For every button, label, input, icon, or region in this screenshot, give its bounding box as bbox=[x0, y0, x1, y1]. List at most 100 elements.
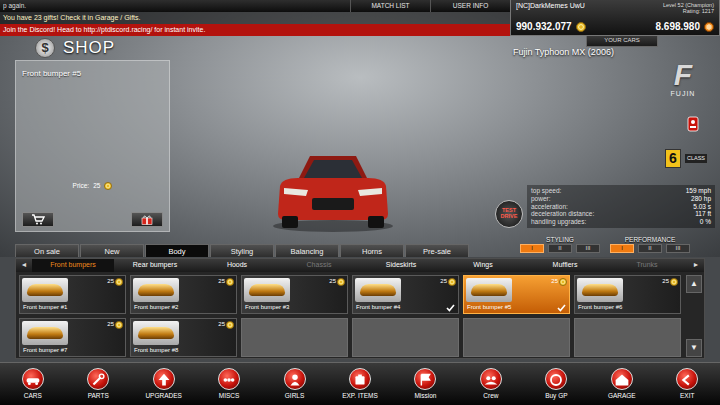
user-row: [NC]DarkMemes UwULevel 52 (Champion)Rati… bbox=[516, 2, 714, 15]
menu-label[interactable]: PARTS bbox=[88, 392, 109, 400]
tab-label[interactable]: Horns bbox=[362, 247, 382, 256]
stat-label: handling upgrades: bbox=[531, 218, 586, 226]
tab-label[interactable]: New bbox=[104, 247, 119, 256]
gift-icon bbox=[141, 214, 153, 225]
category-tab[interactable]: Pre-sale bbox=[405, 244, 469, 257]
part-item[interactable]: 25Front bumper #5 bbox=[463, 275, 570, 314]
crew-icon bbox=[480, 368, 502, 390]
part-tab[interactable]: Rear bumpers bbox=[114, 259, 196, 272]
item-price-value: 25 bbox=[107, 278, 114, 285]
menu-button[interactable]: GARAGE bbox=[589, 363, 654, 405]
part-item[interactable]: 25Front bumper #4 bbox=[352, 275, 459, 314]
menu-label[interactable]: Mission bbox=[414, 392, 436, 400]
menu-label[interactable]: CARS bbox=[24, 392, 42, 400]
level-box[interactable]: I bbox=[610, 244, 634, 253]
level-label[interactable]: I bbox=[531, 245, 533, 252]
menu-button[interactable]: GIRLS bbox=[262, 363, 327, 405]
tab-label[interactable]: Pre-sale bbox=[423, 247, 451, 256]
coin-icon bbox=[337, 278, 345, 286]
category-tab[interactable]: Styling bbox=[210, 244, 274, 257]
level-box[interactable]: III bbox=[576, 244, 600, 253]
gift-button[interactable] bbox=[131, 212, 163, 227]
stat-value: 5.03 s bbox=[693, 203, 711, 211]
menu-label[interactable]: UPGRADES bbox=[145, 392, 181, 400]
tab-label[interactable]: Balancing bbox=[291, 247, 324, 256]
level-box[interactable]: III bbox=[666, 244, 690, 253]
menu-button[interactable]: PARTS bbox=[65, 363, 130, 405]
menu-button[interactable]: UPGRADES bbox=[131, 363, 196, 405]
category-tab[interactable]: Balancing bbox=[275, 244, 339, 257]
scroll-down-button[interactable]: ▼ bbox=[686, 339, 702, 357]
buy-button[interactable] bbox=[22, 212, 54, 227]
menu-label[interactable]: EXIT bbox=[680, 392, 694, 400]
level-label[interactable]: III bbox=[585, 245, 590, 252]
part-tab-label[interactable]: Wings bbox=[473, 261, 492, 269]
menu-label[interactable]: Crew bbox=[483, 392, 498, 400]
menu-label[interactable]: MISCS bbox=[219, 392, 240, 400]
car-name: Fujin Typhoon MX (2006) bbox=[510, 47, 720, 60]
item-price: 25 bbox=[218, 278, 234, 286]
part-tab[interactable]: Mufflers bbox=[524, 259, 606, 272]
bumper-image bbox=[355, 278, 401, 302]
part-tab-label[interactable]: Sideskirts bbox=[386, 261, 416, 269]
category-tab[interactable]: Horns bbox=[340, 244, 404, 257]
tab-label[interactable]: On sale bbox=[34, 247, 60, 256]
gift-text[interactable]: You have 23 gifts! Check it in Garage / … bbox=[3, 14, 140, 22]
part-item[interactable]: 25Front bumper #8 bbox=[130, 318, 237, 357]
stat-value: 280 hp bbox=[691, 195, 711, 203]
level-box[interactable]: II bbox=[638, 244, 662, 253]
test-drive-button[interactable]: TEST DRIVE bbox=[495, 200, 523, 228]
discord-text[interactable]: Join the Discord! Head to http://ptdisco… bbox=[3, 26, 205, 34]
category-tab[interactable]: On sale bbox=[15, 244, 79, 257]
menu-button[interactable]: CARS bbox=[0, 363, 65, 405]
level-label[interactable]: III bbox=[675, 245, 680, 252]
tab-label[interactable]: Body bbox=[168, 247, 185, 256]
category-tab[interactable]: New bbox=[80, 244, 144, 257]
part-tab[interactable]: Hoods bbox=[196, 259, 278, 272]
part-item[interactable]: 25Front bumper #3 bbox=[241, 275, 348, 314]
coin-icon bbox=[115, 321, 123, 329]
level-label[interactable]: I bbox=[621, 245, 623, 252]
menu-item[interactable]: MATCH LIST bbox=[350, 0, 430, 12]
part-tab[interactable]: Front bumpers bbox=[32, 259, 114, 272]
level-box[interactable]: I bbox=[520, 244, 544, 253]
part-tab-label[interactable]: Rear bumpers bbox=[133, 261, 177, 269]
menu-button[interactable]: Mission bbox=[393, 363, 458, 405]
menu-label[interactable]: EXP. ITEMS bbox=[342, 392, 378, 400]
menu-button[interactable]: EXP. ITEMS bbox=[327, 363, 392, 405]
menu-item[interactable]: USER INFO bbox=[430, 0, 510, 12]
part-item[interactable]: 25Front bumper #6 bbox=[574, 275, 681, 314]
prev-button[interactable]: ◄ bbox=[16, 259, 32, 272]
menu-button[interactable]: MISCS bbox=[196, 363, 261, 405]
menu-button[interactable]: EXIT bbox=[655, 363, 720, 405]
bumper-image bbox=[577, 278, 623, 302]
part-item[interactable]: 25Front bumper #2 bbox=[130, 275, 237, 314]
menu-label[interactable]: Buy GP bbox=[545, 392, 567, 400]
bumper-shape bbox=[27, 327, 63, 339]
part-tab[interactable]: Sideskirts bbox=[360, 259, 442, 272]
part-item[interactable]: 25Front bumper #7 bbox=[19, 318, 126, 357]
level-box[interactable]: II bbox=[548, 244, 572, 253]
tab-label[interactable]: Styling bbox=[231, 247, 254, 256]
menu-label[interactable]: GIRLS bbox=[285, 392, 305, 400]
level-label[interactable]: II bbox=[558, 245, 561, 252]
scroll-up-button[interactable]: ▲ bbox=[686, 275, 702, 293]
part-tab[interactable]: Wings bbox=[442, 259, 524, 272]
menu-button[interactable]: Crew bbox=[458, 363, 523, 405]
part-tab-label[interactable]: Hoods bbox=[227, 261, 247, 269]
category-tab[interactable]: Body bbox=[145, 244, 209, 257]
part-tab-label[interactable]: Front bumpers bbox=[50, 261, 96, 269]
bumper-shape bbox=[582, 284, 618, 296]
menu-label[interactable]: GARAGE bbox=[608, 392, 636, 400]
next-button[interactable]: ► bbox=[688, 259, 704, 272]
brand-row: FFUJIN bbox=[495, 60, 715, 98]
your-cars-tab[interactable]: YOUR CARS bbox=[586, 36, 658, 47]
part-tab-label[interactable]: Mufflers bbox=[553, 261, 578, 269]
level-label[interactable]: II bbox=[648, 245, 651, 252]
gp-icon bbox=[546, 369, 566, 391]
price-value: 25 bbox=[93, 182, 100, 190]
item-grid: 25Front bumper #125Front bumper #225Fron… bbox=[16, 272, 684, 360]
owned-check-icon bbox=[224, 304, 233, 312]
menu-button[interactable]: Buy GP bbox=[524, 363, 589, 405]
part-item[interactable]: 25Front bumper #1 bbox=[19, 275, 126, 314]
